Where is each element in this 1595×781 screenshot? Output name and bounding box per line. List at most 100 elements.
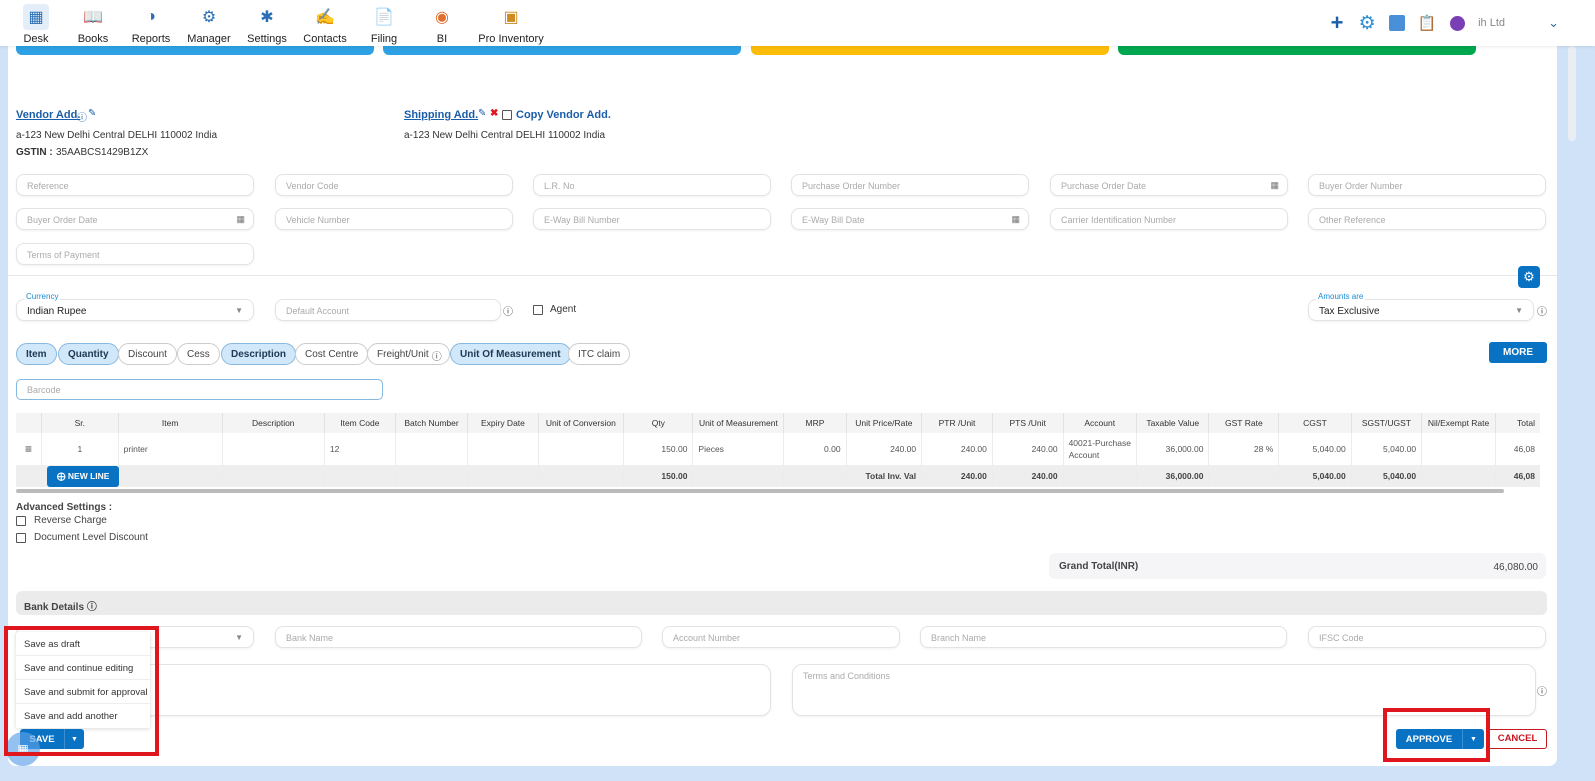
settings-icon: ✱ bbox=[260, 9, 274, 26]
chip-discount[interactable]: Discount bbox=[118, 343, 177, 365]
cell-cgst: 5,040.00 bbox=[1278, 433, 1352, 465]
close-icon[interactable]: ✖ bbox=[490, 108, 498, 119]
table-horizontal-scrollbar[interactable] bbox=[16, 489, 1504, 493]
currency-label: Currency bbox=[23, 292, 62, 301]
cell-item-code[interactable]: 12 bbox=[324, 433, 396, 465]
page-scrollbar[interactable] bbox=[1568, 46, 1576, 141]
chip-cost-centre[interactable]: Cost Centre bbox=[295, 343, 369, 365]
cell-uom[interactable]: Pieces bbox=[692, 433, 785, 465]
chip-item[interactable]: Item bbox=[16, 343, 57, 365]
empty bbox=[692, 465, 785, 487]
info-icon: ⓘ bbox=[431, 352, 442, 363]
info-icon[interactable]: ⓘ bbox=[87, 602, 97, 613]
vehicle-number-input[interactable]: Vehicle Number bbox=[275, 208, 513, 230]
placeholder: Purchase Order Date bbox=[1061, 181, 1147, 191]
calendar-icon[interactable]: ▦ bbox=[1011, 214, 1020, 225]
company-name[interactable]: ih Ltd bbox=[1478, 17, 1548, 29]
info-icon[interactable]: ⓘ bbox=[503, 303, 513, 318]
chip-quantity[interactable]: Quantity bbox=[58, 343, 119, 365]
total-inv-val-label: Total Inv. Val bbox=[846, 465, 923, 487]
agent-checkbox[interactable] bbox=[533, 305, 543, 315]
nav-label: Reports bbox=[131, 33, 171, 45]
cell-mrp[interactable]: 0.00 bbox=[783, 433, 847, 465]
eway-bill-number-input[interactable]: E-Way Bill Number bbox=[533, 208, 771, 230]
total-cgst: 5,040.00 bbox=[1278, 465, 1352, 487]
lr-no-input[interactable]: L.R. No bbox=[533, 174, 771, 196]
eway-bill-date-input[interactable]: E-Way Bill Date ▦ bbox=[791, 208, 1029, 230]
edit-icon[interactable]: ✎ bbox=[88, 108, 96, 119]
po-date-input[interactable]: Purchase Order Date ▦ bbox=[1050, 174, 1288, 196]
account-line1: 40021-Purchase bbox=[1068, 438, 1131, 448]
info-icon[interactable]: ⓘ bbox=[1537, 683, 1547, 698]
nav-pro-inventory[interactable]: ▣ Pro Inventory bbox=[476, 4, 546, 45]
buyer-order-number-input[interactable]: Buyer Order Number bbox=[1308, 174, 1546, 196]
terms-of-payment-input[interactable]: Terms of Payment bbox=[16, 243, 254, 265]
edit-icon[interactable]: ✎ bbox=[478, 108, 486, 119]
shipping-address-link[interactable]: Shipping Add. bbox=[404, 109, 478, 121]
cell-account[interactable]: 40021-Purchase Account bbox=[1063, 433, 1137, 465]
account-number-input[interactable]: Account Number bbox=[662, 626, 900, 648]
gear-icon[interactable]: ⚙ bbox=[1356, 12, 1378, 34]
bank-name-input[interactable]: Bank Name bbox=[275, 626, 642, 648]
col-qty: Qty bbox=[623, 413, 694, 433]
vendor-code-input[interactable]: Vendor Code bbox=[275, 174, 513, 196]
copy-vendor-checkbox[interactable] bbox=[502, 110, 512, 120]
cell-rate[interactable]: 240.00 bbox=[846, 433, 923, 465]
document-icon[interactable]: 📋 bbox=[1416, 12, 1438, 34]
cell-item[interactable]: printer bbox=[118, 433, 223, 465]
currency-select[interactable]: Currency Indian Rupee ▼ bbox=[16, 292, 254, 321]
empty bbox=[1421, 465, 1497, 487]
reverse-charge-checkbox[interactable] bbox=[16, 516, 26, 526]
empty bbox=[467, 465, 539, 487]
chip-unit-of-measurement[interactable]: Unit Of Measurement bbox=[450, 343, 571, 365]
branch-name-input[interactable]: Branch Name bbox=[920, 626, 1287, 648]
more-button[interactable]: MORE bbox=[1489, 342, 1547, 363]
default-account-input[interactable]: Default Account bbox=[275, 299, 501, 321]
cell-description[interactable] bbox=[222, 433, 325, 465]
calculator-icon[interactable] bbox=[1386, 12, 1408, 34]
carrier-id-input[interactable]: Carrier Identification Number bbox=[1050, 208, 1288, 230]
books-icon: 📖 bbox=[83, 9, 103, 26]
vendor-address-link[interactable]: Vendor Add. bbox=[16, 109, 80, 121]
highlight-box-save bbox=[4, 626, 159, 756]
chevron-down-icon[interactable]: ⌄ bbox=[1548, 15, 1559, 31]
cancel-button[interactable]: CANCEL bbox=[1488, 729, 1547, 749]
agent-label: Agent bbox=[550, 304, 577, 315]
cell-conversion[interactable] bbox=[538, 433, 625, 465]
chip-itc-claim[interactable]: ITC claim bbox=[568, 343, 631, 365]
account-line2: Account bbox=[1068, 450, 1100, 460]
amounts-are-select[interactable]: Amounts are Tax Exclusive ▼ bbox=[1308, 292, 1534, 321]
other-reference-input[interactable]: Other Reference bbox=[1308, 208, 1546, 230]
column-settings-button[interactable]: ⚙ bbox=[1518, 266, 1540, 288]
cell-qty[interactable]: 150.00 bbox=[623, 433, 694, 465]
calendar-icon[interactable]: ▦ bbox=[1270, 180, 1279, 191]
new-line-button[interactable]: ⨁ NEW LINE bbox=[47, 465, 120, 487]
reference-input[interactable]: Reference bbox=[16, 174, 254, 196]
plus-icon[interactable]: + bbox=[1326, 10, 1348, 35]
cell-pts[interactable]: 240.00 bbox=[992, 433, 1064, 465]
empty bbox=[783, 465, 847, 487]
new-line-label: NEW LINE bbox=[67, 470, 110, 481]
info-icon[interactable]: ⓘ bbox=[1537, 303, 1547, 318]
doc-discount-checkbox[interactable] bbox=[16, 533, 26, 543]
total-amount: 46,08 bbox=[1495, 465, 1540, 487]
nav-bi[interactable]: ◉ BI bbox=[407, 4, 477, 45]
ifsc-code-input[interactable]: IFSC Code bbox=[1308, 626, 1546, 648]
info-icon[interactable]: ⓘ bbox=[77, 109, 87, 124]
cell-batch[interactable] bbox=[395, 433, 469, 465]
calendar-icon[interactable]: ▦ bbox=[236, 214, 245, 225]
cell-gst-rate[interactable]: 28 % bbox=[1208, 433, 1280, 465]
chip-freight-unit[interactable]: Freight/Unit ⓘ bbox=[367, 343, 450, 365]
col-mrp: MRP bbox=[783, 413, 847, 433]
buyer-order-date-input[interactable]: Buyer Order Date ▦ bbox=[16, 208, 254, 230]
reports-icon: ◑ bbox=[146, 8, 156, 25]
gst-badge-icon[interactable] bbox=[1446, 12, 1468, 34]
barcode-input[interactable]: Barcode bbox=[16, 379, 383, 400]
cell-expiry[interactable] bbox=[467, 433, 539, 465]
cell-ptr[interactable]: 240.00 bbox=[921, 433, 993, 465]
drag-handle-icon[interactable]: ≡ bbox=[16, 433, 43, 465]
po-number-input[interactable]: Purchase Order Number bbox=[791, 174, 1029, 196]
chip-cess[interactable]: Cess bbox=[177, 343, 220, 365]
bank-details-header: Bank Details ⓘ bbox=[16, 591, 1547, 615]
chip-description[interactable]: Description bbox=[221, 343, 297, 365]
